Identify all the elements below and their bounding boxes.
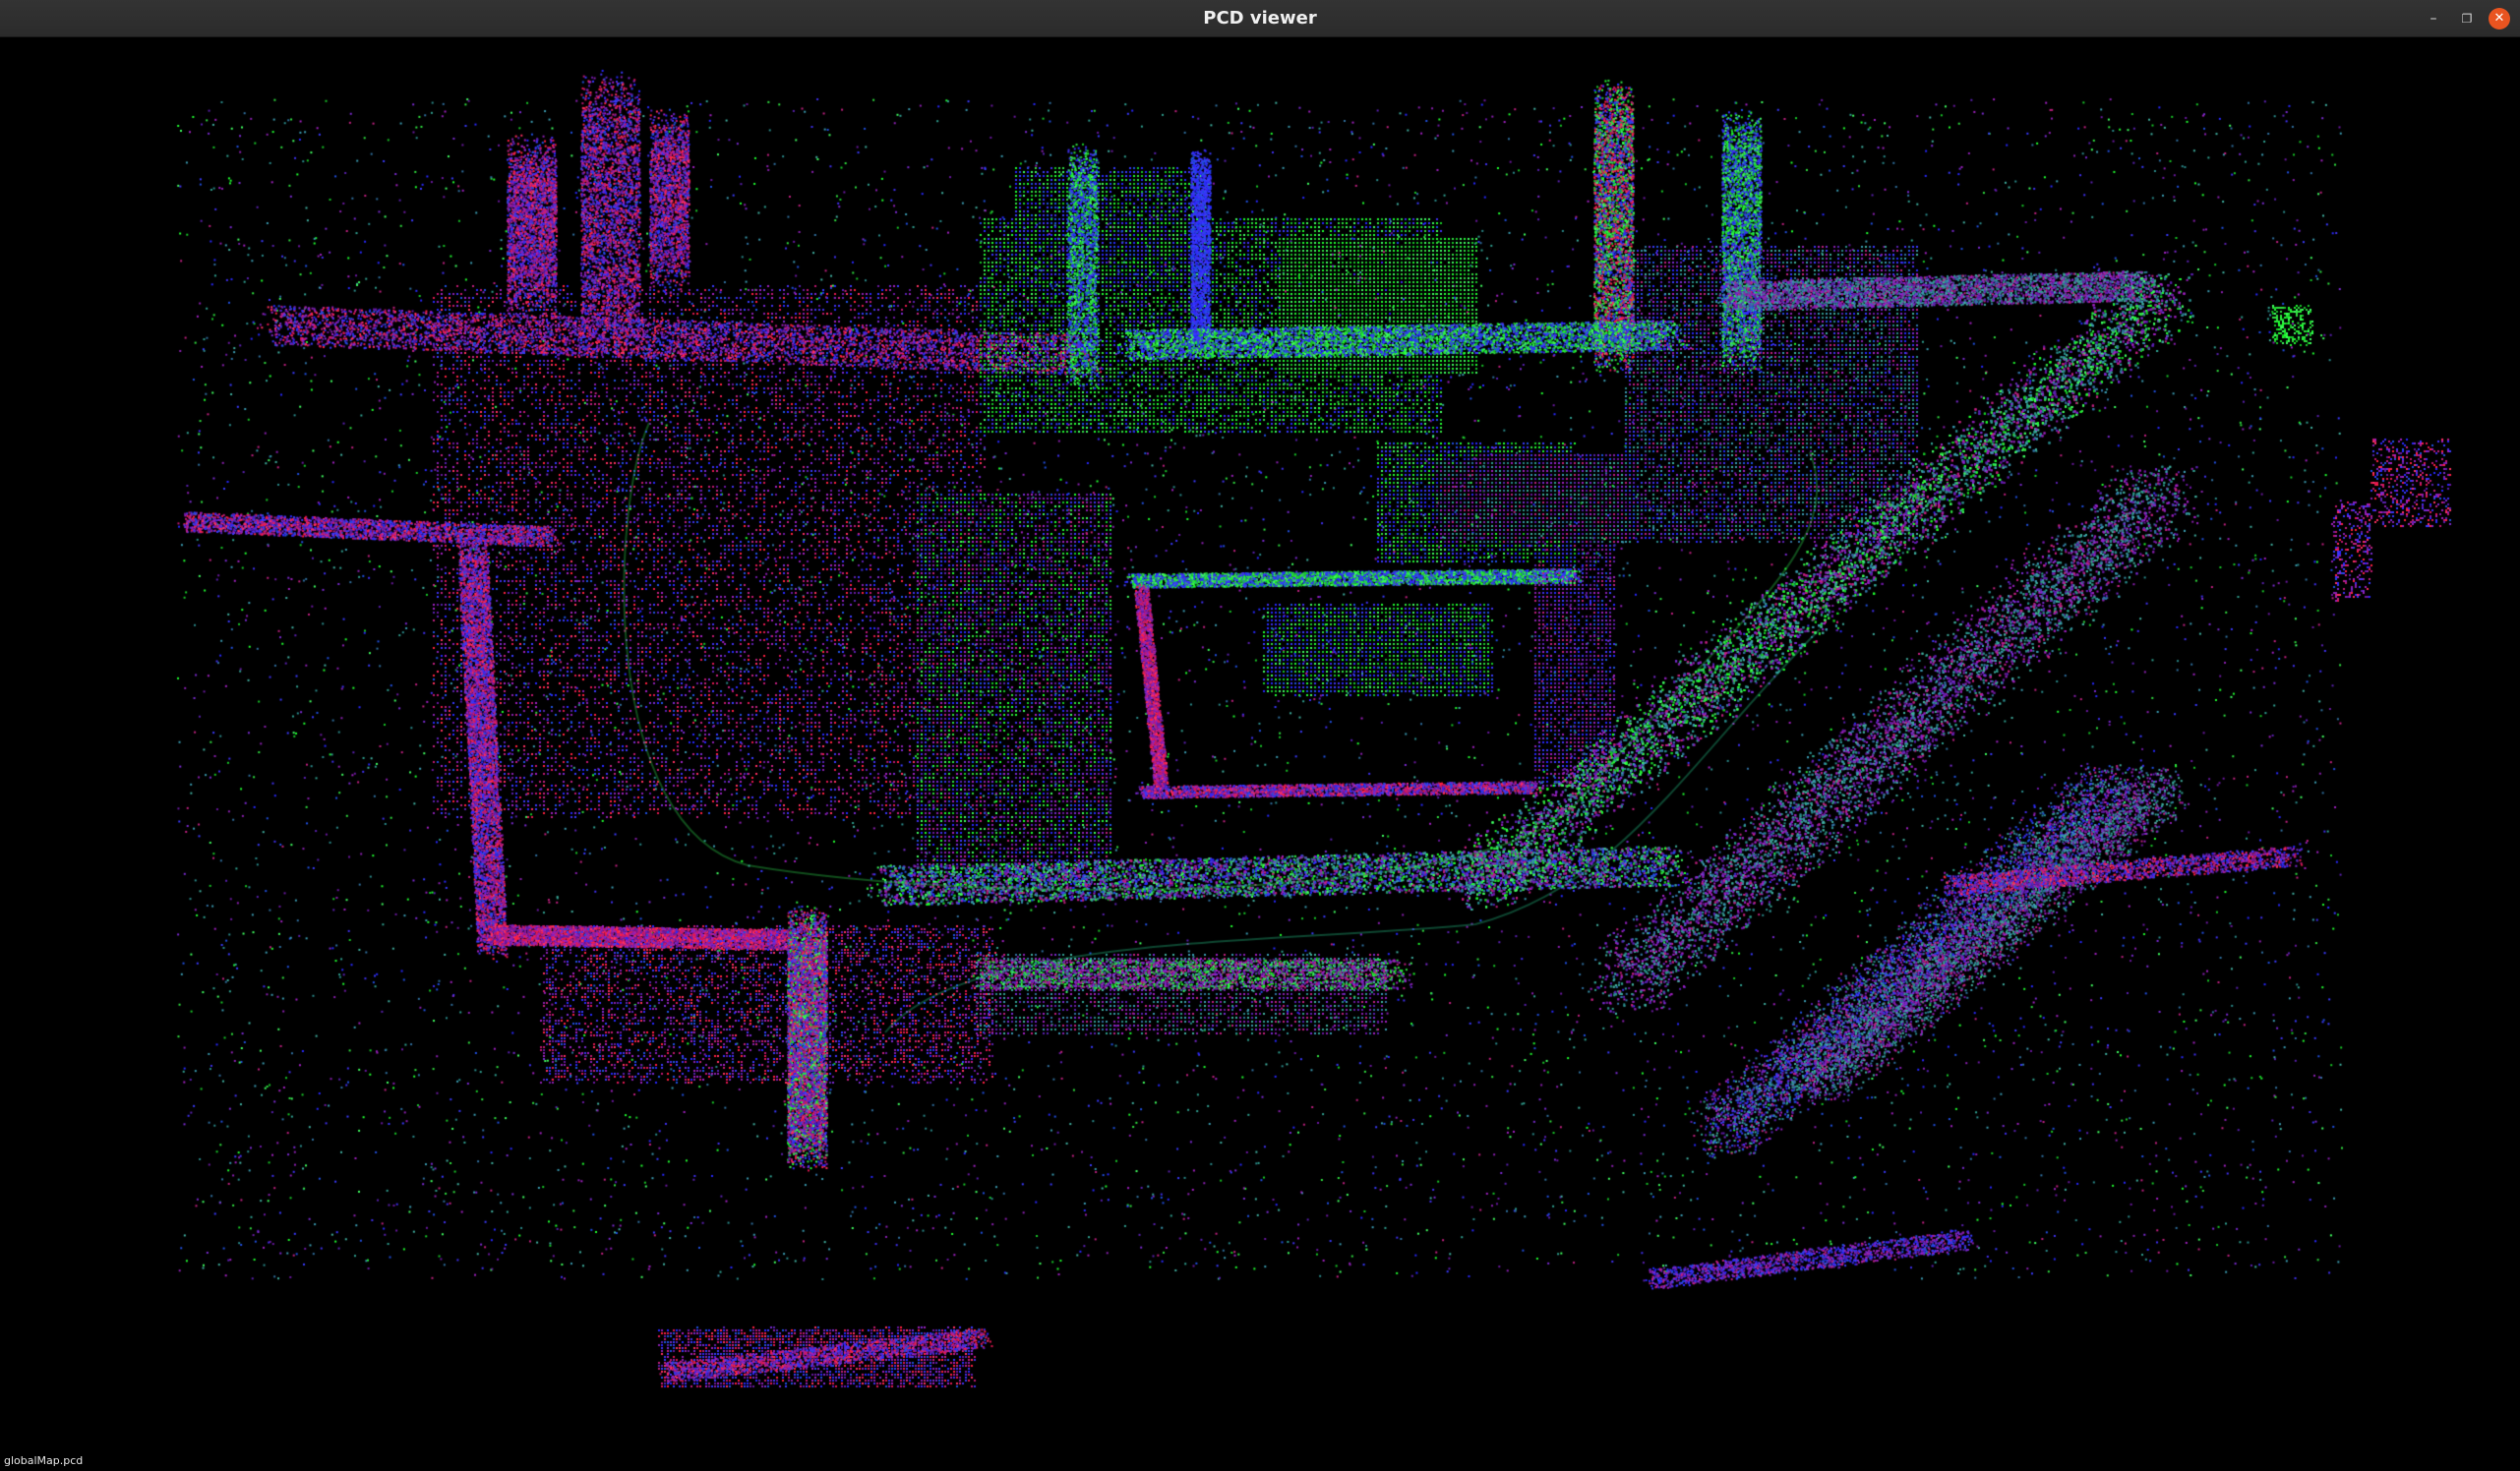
point-cloud-render[interactable] — [0, 37, 2520, 1471]
window-title: PCD viewer — [1203, 8, 1317, 29]
maximize-icon: ❐ — [2461, 12, 2473, 26]
point-cloud-viewport[interactable]: globalMap.pcd — [0, 37, 2520, 1471]
close-button[interactable]: ✕ — [2489, 8, 2510, 29]
minimize-icon: – — [2430, 11, 2437, 27]
file-name-label: globalMap.pcd — [4, 1454, 84, 1467]
close-icon: ✕ — [2493, 11, 2505, 26]
minimize-button[interactable]: – — [2423, 8, 2444, 29]
title-bar[interactable]: PCD viewer – ❐ ✕ — [0, 0, 2520, 37]
maximize-button[interactable]: ❐ — [2456, 8, 2478, 29]
pcd-viewer-window: PCD viewer – ❐ ✕ globalMap.pcd — [0, 0, 2520, 1471]
